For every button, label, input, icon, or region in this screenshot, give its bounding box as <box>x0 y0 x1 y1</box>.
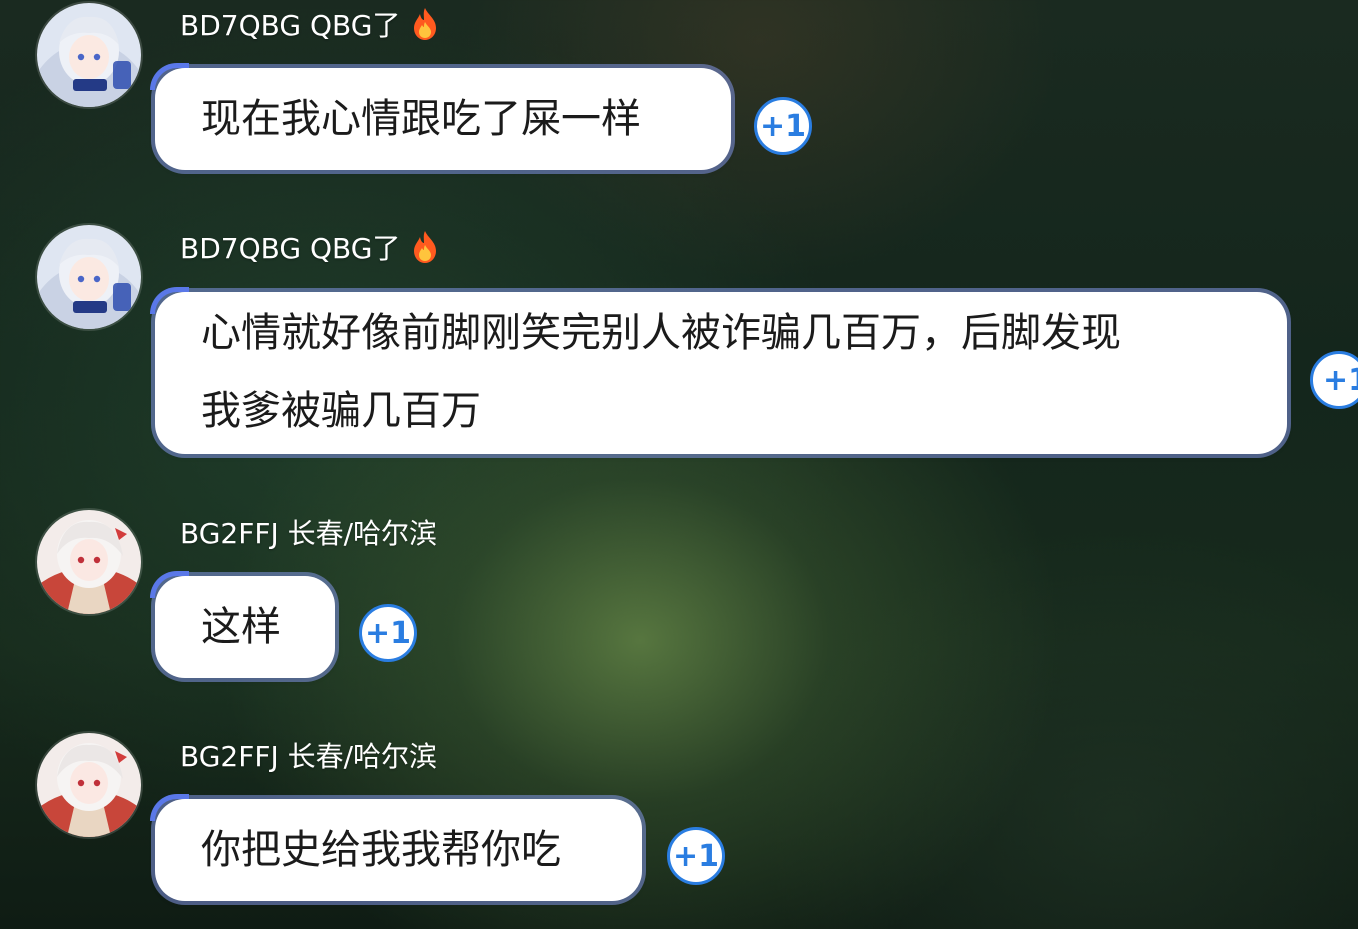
message-bubble[interactable]: 现在我心情跟吃了屎一样 <box>150 63 731 170</box>
sender-name-text: BD7QBG QBG了 <box>180 9 401 42</box>
sender-name[interactable]: BG2FFJ 长春/哈尔滨 <box>180 735 437 775</box>
sender-name[interactable]: BD7QBG QBG了 <box>180 227 440 267</box>
sender-name-text: BG2FFJ 长春/哈尔滨 <box>180 740 438 773</box>
message-bubble[interactable]: 这样 <box>150 571 335 678</box>
sender-name-text: BG2FFJ 长春/哈尔滨 <box>180 517 438 550</box>
fire-icon <box>414 231 437 263</box>
plus-one-label: +1 <box>1323 362 1358 398</box>
plus-one-button[interactable]: +1 <box>1310 351 1358 409</box>
silver-hair-girl-avatar-icon <box>37 3 141 107</box>
plus-one-label: +1 <box>672 838 719 874</box>
silver-hair-girl-avatar-icon <box>37 225 141 329</box>
sender-name-text: BD7QBG QBG了 <box>180 232 401 265</box>
plus-one-button[interactable]: +1 <box>754 97 812 155</box>
white-hair-girl-avatar-icon <box>37 733 141 837</box>
message-text: 现在我心情跟吃了屎一样 <box>201 96 641 142</box>
plus-one-label: +1 <box>364 615 411 651</box>
fire-icon <box>414 8 437 40</box>
avatar[interactable] <box>37 3 141 107</box>
sender-name[interactable]: BD7QBG QBG了 <box>180 4 440 44</box>
message-text: 你把史给我我帮你吃 <box>201 827 561 873</box>
white-hair-girl-avatar-icon <box>37 510 141 614</box>
message-text-line: 我爹被骗几百万 <box>201 388 481 434</box>
message-bubble[interactable]: 心情就好像前脚刚笑完别人被诈骗几百万，后脚发现 我爹被骗几百万 <box>150 287 1287 454</box>
plus-one-button[interactable]: +1 <box>667 827 725 885</box>
avatar[interactable] <box>37 225 141 329</box>
message-text-line: 心情就好像前脚刚笑完别人被诈骗几百万，后脚发现 <box>201 310 1121 356</box>
plus-one-button[interactable]: +1 <box>359 604 417 662</box>
sender-name[interactable]: BG2FFJ 长春/哈尔滨 <box>180 512 437 552</box>
message-bubble[interactable]: 你把史给我我帮你吃 <box>150 794 642 901</box>
avatar[interactable] <box>37 510 141 614</box>
avatar[interactable] <box>37 733 141 837</box>
message-text: 这样 <box>201 604 281 650</box>
plus-one-label: +1 <box>759 108 806 144</box>
